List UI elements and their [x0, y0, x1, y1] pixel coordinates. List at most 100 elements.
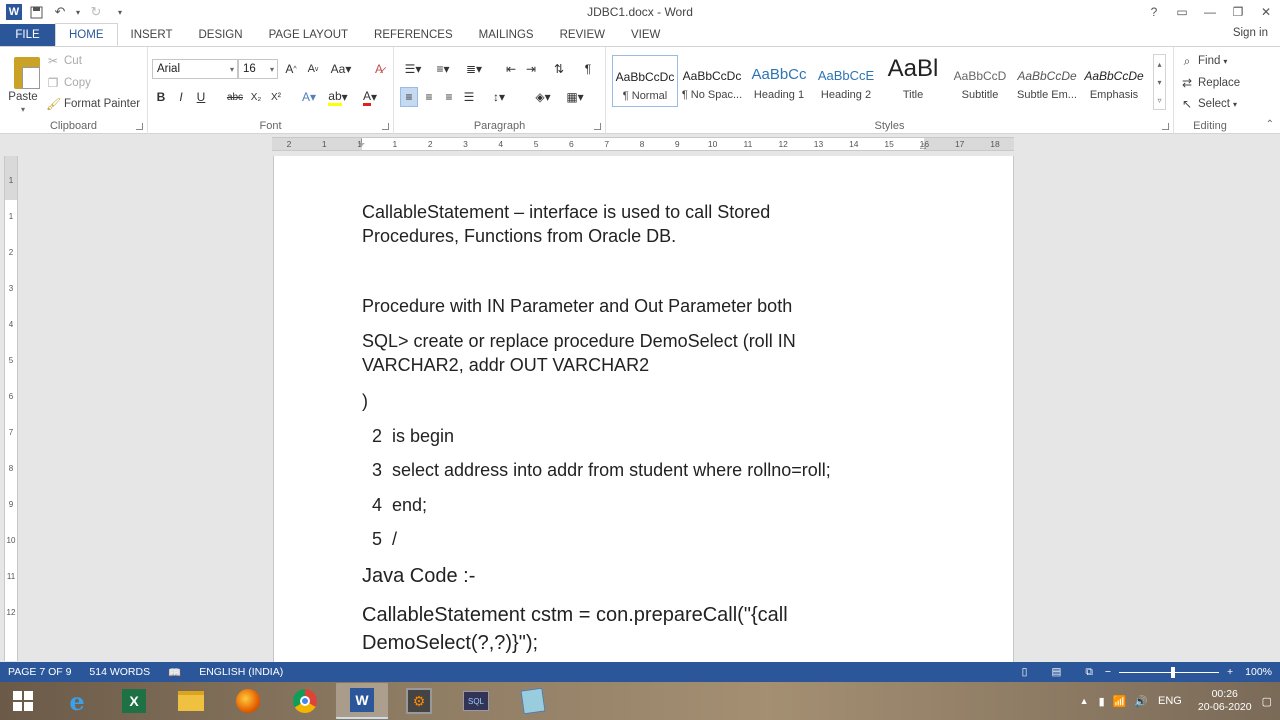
help-icon[interactable]: ?: [1140, 0, 1168, 24]
horizontal-ruler[interactable]: 2 1 1 1 2 3 4 5 6 7 8 9 10 11 12 13 14 15 16 17 18 ⏚ △: [272, 137, 1014, 151]
save-icon[interactable]: [26, 2, 46, 22]
shrink-font-icon[interactable]: Av: [304, 59, 322, 79]
doc-line[interactable]: DemoSelect(?,?)}");: [362, 629, 538, 657]
tab-review[interactable]: REVIEW: [547, 24, 618, 46]
style-emphasis[interactable]: AaBbCcDe Emphasis: [1081, 55, 1147, 107]
close-button[interactable]: ✕: [1252, 0, 1280, 24]
doc-line[interactable]: 5 /: [362, 527, 397, 551]
redo-icon[interactable]: ↻: [86, 2, 106, 22]
format-painter-button[interactable]: 🖌 Format Painter: [46, 94, 140, 114]
show-formatting-marks-icon[interactable]: ¶: [580, 59, 596, 79]
word-count[interactable]: 514 WORDS: [89, 666, 150, 678]
clipboard-launcher-icon[interactable]: [136, 123, 143, 130]
doc-line[interactable]: Java Code :-: [362, 562, 475, 590]
chevron-up-icon[interactable]: ▴: [1157, 60, 1161, 69]
subscript-button[interactable]: X₂: [248, 87, 264, 107]
font-color-icon[interactable]: A ▾: [358, 87, 382, 107]
copy-button[interactable]: ❐ Copy: [46, 73, 91, 93]
styles-launcher-icon[interactable]: [1162, 123, 1169, 130]
change-case-icon[interactable]: Aa▾: [328, 59, 354, 79]
volume-icon[interactable]: 🔊: [1134, 695, 1148, 708]
document-page[interactable]: CallableStatement – interface is used to…: [273, 156, 1014, 662]
replace-button[interactable]: ⇄ Replace: [1180, 73, 1240, 93]
style-heading-2[interactable]: AaBbCcE Heading 2: [813, 55, 879, 107]
tab-mailings[interactable]: MAILINGS: [466, 24, 547, 46]
style-heading-1[interactable]: AaBbCc Heading 1: [746, 55, 812, 107]
styles-gallery-scroll[interactable]: ▴ ▾ ▿: [1153, 54, 1166, 110]
doc-line[interactable]: Procedures, Functions from Oracle DB.: [362, 224, 676, 248]
strikethrough-button[interactable]: abc: [224, 87, 246, 107]
bullets-icon[interactable]: ☰▾: [400, 59, 426, 79]
align-center-icon[interactable]: ≡: [420, 87, 438, 107]
bold-button[interactable]: B: [154, 87, 168, 107]
style-title[interactable]: AaBl Title: [880, 55, 946, 107]
font-size-field[interactable]: 16 ▾: [238, 59, 278, 79]
find-button[interactable]: ⌕ Find ▾: [1180, 51, 1228, 71]
zoom-in-icon[interactable]: +: [1227, 666, 1233, 678]
zoom-out-icon[interactable]: −: [1105, 666, 1111, 678]
underline-button[interactable]: U: [194, 87, 208, 107]
right-indent-marker-icon[interactable]: △: [920, 141, 926, 150]
decrease-indent-icon[interactable]: ⇤: [502, 59, 520, 79]
zoom-level[interactable]: 100%: [1245, 666, 1272, 678]
internet-explorer-icon[interactable]: e: [51, 683, 103, 719]
style-normal[interactable]: AaBbCcDc ¶ Normal: [612, 55, 678, 107]
doc-line[interactable]: 3 select address into addr from student …: [362, 458, 831, 482]
undo-dropdown-icon[interactable]: ▾: [74, 2, 82, 22]
doc-line[interactable]: 2 is begin: [362, 424, 454, 448]
sql-icon[interactable]: SQL: [450, 683, 502, 719]
word-taskbar-icon[interactable]: W: [336, 683, 388, 719]
align-left-icon[interactable]: ≡: [400, 87, 418, 107]
sign-in-link[interactable]: Sign in: [1233, 27, 1268, 39]
show-hidden-icons-icon[interactable]: ▲: [1080, 696, 1089, 706]
numbering-icon[interactable]: ≡▾: [430, 59, 456, 79]
language-indicator[interactable]: ENGLISH (INDIA): [199, 666, 283, 678]
web-layout-icon[interactable]: ⧉: [1085, 666, 1093, 679]
tab-file[interactable]: FILE: [0, 24, 55, 46]
style-no-spacing[interactable]: AaBbCcDc ¶ No Spac...: [679, 55, 745, 107]
style-subtitle[interactable]: AaBbCcD Subtitle: [947, 55, 1013, 107]
firefox-icon[interactable]: [222, 683, 274, 719]
notepad-icon[interactable]: [507, 683, 559, 719]
print-layout-icon[interactable]: ▤: [1051, 666, 1061, 678]
style-subtle-emphasis[interactable]: AaBbCcDe Subtle Em...: [1014, 55, 1080, 107]
battery-icon[interactable]: ▮: [1099, 695, 1105, 708]
tab-design[interactable]: DESIGN: [185, 24, 255, 46]
align-right-icon[interactable]: ≡: [440, 87, 458, 107]
italic-button[interactable]: I: [174, 87, 188, 107]
tab-home[interactable]: HOME: [55, 23, 118, 46]
chrome-icon[interactable]: [279, 683, 331, 719]
vertical-ruler[interactable]: 1 1 2 3 4 5 6 7 8 9 10 11 12: [4, 156, 18, 661]
chevron-down-icon[interactable]: ▾: [1157, 78, 1161, 87]
doc-line[interactable]: CallableStatement – interface is used to…: [362, 200, 770, 224]
line-spacing-icon[interactable]: ↕▾: [486, 87, 512, 107]
ribbon-display-options-icon[interactable]: ▭: [1168, 0, 1196, 24]
maximize-button[interactable]: ❐: [1224, 0, 1252, 24]
doc-line[interactable]: VARCHAR2, addr OUT VARCHAR2: [362, 353, 649, 377]
collapse-ribbon-icon[interactable]: ⌃: [1266, 119, 1274, 130]
minimize-button[interactable]: —: [1196, 0, 1224, 24]
multilevel-list-icon[interactable]: ≣▾: [460, 59, 488, 79]
setup-icon[interactable]: ⚙: [393, 683, 445, 719]
superscript-button[interactable]: X²: [268, 87, 284, 107]
doc-line[interactable]: Procedure with IN Parameter and Out Para…: [362, 294, 792, 318]
borders-icon[interactable]: ▦▾: [562, 87, 588, 107]
notifications-icon[interactable]: ▢: [1262, 695, 1272, 708]
indent-marker-icon[interactable]: ⏚: [357, 136, 366, 149]
proofing-icon[interactable]: 📖: [168, 666, 181, 679]
shading-icon[interactable]: ◈▾: [530, 87, 556, 107]
sort-icon[interactable]: ⇅: [550, 59, 568, 79]
clock[interactable]: 00:26 20-06-2020: [1198, 688, 1252, 714]
grow-font-icon[interactable]: A ^: [282, 59, 300, 79]
clear-formatting-icon[interactable]: A̷: [370, 59, 388, 79]
language-tray[interactable]: ENG: [1158, 695, 1182, 707]
font-launcher-icon[interactable]: [382, 123, 389, 130]
read-mode-icon[interactable]: ▯: [1022, 666, 1028, 678]
paragraph-launcher-icon[interactable]: [594, 123, 601, 130]
undo-icon[interactable]: ↶: [50, 2, 70, 22]
more-styles-icon[interactable]: ▿: [1157, 96, 1161, 105]
doc-line[interactable]: CallableStatement cstm = con.prepareCall…: [362, 601, 788, 629]
windows-start-icon[interactable]: [0, 682, 46, 720]
font-name-field[interactable]: Arial ▾: [152, 59, 238, 79]
tab-view[interactable]: VIEW: [618, 24, 673, 46]
